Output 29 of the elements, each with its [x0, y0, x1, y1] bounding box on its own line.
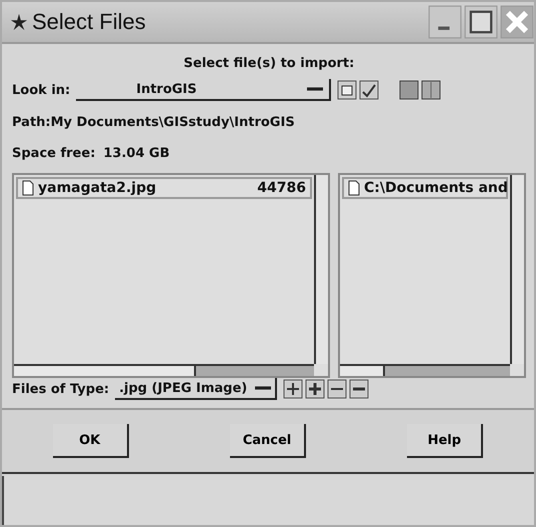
files-of-type-label: Files of Type:: [12, 382, 110, 396]
minimize-icon[interactable]: [428, 5, 462, 39]
dialog-button[interactable]: Cancel: [230, 424, 306, 458]
dropdown-icon: [255, 385, 272, 391]
path-text: Path:My Documents\GISstudy\IntroGIS: [12, 115, 296, 130]
look-in-label: Look in:: [12, 82, 70, 98]
dialog-heading: Select file(s) to import:: [182, 56, 356, 71]
vertical-scrollbar[interactable]: [314, 175, 328, 364]
space-free-label: Space free:: [12, 146, 96, 161]
maximize-icon[interactable]: [464, 5, 498, 39]
horizontal-scrollbar[interactable]: [340, 364, 510, 376]
horizontal-scrollbar[interactable]: [14, 364, 314, 376]
file-type-dropdown[interactable]: .jpg (JPEG Image): [115, 378, 278, 400]
folder-item[interactable]: C:\Documents and: [342, 177, 508, 199]
star-icon: [10, 13, 28, 31]
window-title: Select Files: [32, 9, 147, 35]
dialog-button[interactable]: Help: [407, 424, 484, 458]
plus-icon[interactable]: [283, 379, 304, 399]
plus-icon[interactable]: [305, 379, 326, 399]
document-icon: [348, 180, 360, 196]
document-icon: [22, 180, 34, 196]
dropdown-icon: [307, 86, 324, 92]
space-free-value: 13.04 GB: [103, 146, 170, 161]
minus-icon[interactable]: [327, 379, 348, 399]
look-in-dropdown[interactable]: IntroGIS: [76, 79, 332, 101]
vertical-scrollbar[interactable]: [510, 175, 524, 364]
file-item[interactable]: yamagata2.jpg 44786: [16, 177, 312, 199]
minus-icon[interactable]: [349, 379, 370, 399]
dialog-button[interactable]: OK: [52, 424, 129, 458]
